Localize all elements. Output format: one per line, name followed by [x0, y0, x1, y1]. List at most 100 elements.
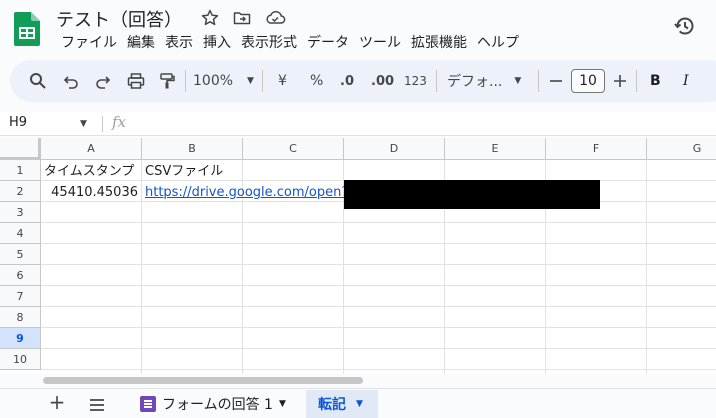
redaction-block [344, 180, 600, 209]
gridline [41, 264, 716, 265]
plus-icon [614, 75, 626, 87]
gridline [41, 222, 716, 223]
column-header-b[interactable]: B [142, 138, 243, 160]
menu-tools[interactable]: ツール [354, 34, 406, 52]
italic-label: I [683, 73, 689, 89]
undo-button[interactable] [63, 71, 79, 91]
redo-button[interactable] [95, 71, 111, 91]
chevron-down-icon: ▼ [356, 399, 363, 409]
bold-button[interactable]: B [650, 71, 661, 91]
menu-view[interactable]: 表示 [160, 34, 198, 52]
row-header-4[interactable]: 4 [0, 223, 41, 244]
sheet-tab-form-responses[interactable]: フォームの回答 1 ▼ [132, 390, 294, 418]
column-header-e[interactable]: E [445, 138, 546, 160]
toolbar-divider [185, 70, 186, 92]
chevron-down-icon: ▼ [514, 76, 522, 86]
gridline [141, 160, 142, 374]
row-header-3[interactable]: 3 [0, 202, 41, 223]
decrease-decimal-label: .0 [340, 73, 354, 89]
column-header-g[interactable]: G [647, 138, 716, 160]
star-icon[interactable] [200, 8, 220, 28]
percent-format-button[interactable]: % [310, 71, 323, 91]
toolbar-divider [538, 70, 539, 92]
move-to-folder-icon[interactable] [232, 8, 252, 28]
column-header-f[interactable]: F [546, 138, 647, 160]
toolbar-divider [636, 70, 637, 92]
decrease-decimal-button[interactable]: .0 [340, 71, 354, 91]
document-title[interactable]: テスト（回答） [56, 6, 182, 32]
paint-format-icon [160, 73, 175, 89]
zoom-select[interactable]: 100% ▼ [193, 71, 254, 91]
row-header-8[interactable]: 8 [0, 307, 41, 328]
paint-format-button[interactable] [158, 71, 176, 91]
percent-label: % [310, 73, 324, 89]
currency-label: ¥ [278, 73, 287, 89]
row-header-9[interactable]: 9 [0, 328, 41, 349]
row-header-5[interactable]: 5 [0, 244, 41, 265]
redo-icon [96, 76, 111, 89]
undo-icon [63, 76, 78, 89]
toolbar-divider [436, 70, 437, 92]
gridline [41, 348, 716, 349]
menu-extensions[interactable]: 拡張機能 [406, 34, 472, 52]
row-header-2[interactable]: 2 [0, 181, 41, 202]
spreadsheet-grid[interactable]: A B C D E F G 1 2 3 4 5 6 7 8 9 10 タイムスタ… [0, 138, 716, 374]
menu-format[interactable]: 表示形式 [236, 34, 302, 52]
gridline [41, 285, 716, 286]
chevron-down-icon[interactable]: ▼ [80, 119, 87, 129]
title-actions [200, 8, 286, 28]
more-formats-button[interactable]: 123 [404, 71, 427, 91]
sheets-logo-icon[interactable] [14, 12, 40, 46]
add-sheet-icon[interactable]: + [48, 392, 66, 412]
version-history-icon[interactable] [673, 14, 697, 38]
formula-divider [102, 116, 103, 132]
column-header-d[interactable]: D [344, 138, 445, 160]
menu-data[interactable]: データ [302, 34, 354, 52]
decrease-font-size-button[interactable] [549, 71, 563, 91]
increase-font-size-button[interactable] [613, 71, 627, 91]
gridline [646, 160, 647, 374]
chevron-down-icon: ▼ [278, 399, 286, 409]
sheet-tab-active[interactable]: 転記 ▼ [306, 390, 378, 418]
toolbar [10, 60, 716, 102]
cell-a2[interactable]: 45410.45036 [41, 182, 138, 203]
horizontal-scrollbar-thumb[interactable] [43, 377, 363, 384]
cell-a1[interactable]: タイムスタンプ [44, 161, 134, 182]
cell-b1[interactable]: CSVファイル [145, 161, 223, 182]
number-format-label: 123 [404, 74, 427, 88]
name-box[interactable]: H9 [9, 115, 27, 130]
increase-decimal-button[interactable]: .00 [371, 71, 394, 91]
search-menus-button[interactable] [29, 71, 47, 91]
gridline [41, 306, 716, 307]
row-header-6[interactable]: 6 [0, 265, 41, 286]
menu-insert[interactable]: 挿入 [198, 34, 236, 52]
menu-file[interactable]: ファイル [56, 34, 122, 52]
gridline [41, 369, 716, 370]
select-all-corner[interactable] [0, 138, 41, 160]
print-button[interactable] [127, 71, 145, 91]
column-header-a[interactable]: A [41, 138, 142, 160]
gridline [41, 243, 716, 244]
zoom-value: 100% [193, 73, 234, 89]
search-icon [30, 73, 46, 89]
font-size-input[interactable]: 10 [571, 69, 605, 93]
cloud-saved-icon[interactable] [264, 8, 286, 28]
currency-format-button[interactable]: ¥ [278, 71, 287, 91]
all-sheets-icon[interactable] [89, 399, 105, 411]
minus-icon [550, 80, 562, 82]
sheet-tab-label: 転記 [318, 397, 346, 413]
menu-bar: ファイル 編集 表示 挿入 表示形式 データ ツール 拡張機能 ヘルプ [56, 34, 524, 52]
row-header-10[interactable]: 10 [0, 349, 41, 370]
chevron-down-icon: ▼ [247, 76, 254, 86]
cell-b2-link[interactable]: https://drive.google.com/open?id= [145, 182, 371, 203]
menu-help[interactable]: ヘルプ [472, 34, 524, 52]
column-header-c[interactable]: C [243, 138, 344, 160]
italic-button[interactable]: I [683, 71, 689, 91]
font-select[interactable]: デフォ... ▼ [447, 71, 521, 91]
row-header-1[interactable]: 1 [0, 160, 41, 181]
toolbar-divider [262, 70, 263, 92]
bold-label: B [650, 73, 661, 89]
sheets-window: テスト（回答） ファイル 編集 表示 挿入 表示形式 データ ツール 拡張機能 … [0, 0, 716, 418]
menu-edit[interactable]: 編集 [122, 34, 160, 52]
row-header-7[interactable]: 7 [0, 286, 41, 307]
